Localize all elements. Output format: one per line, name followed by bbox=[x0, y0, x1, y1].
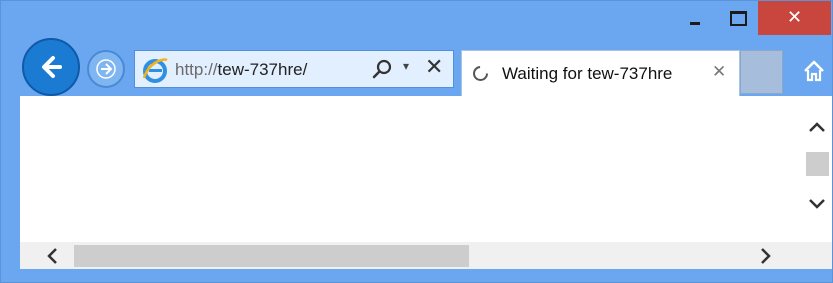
new-tab-button[interactable] bbox=[740, 50, 783, 94]
home-button[interactable] bbox=[797, 56, 831, 86]
home-icon bbox=[804, 60, 824, 82]
vertical-scroll-thumb[interactable] bbox=[806, 152, 829, 176]
browser-window: ✕ http://tew-737hre/ ▾ ✕ Waiting for tew… bbox=[0, 0, 833, 283]
maximize-button[interactable] bbox=[719, 1, 757, 35]
vertical-scrollbar[interactable] bbox=[803, 96, 832, 242]
stop-icon[interactable]: ✕ bbox=[425, 55, 443, 80]
address-bar[interactable]: http://tew-737hre/ ▾ ✕ bbox=[134, 50, 454, 88]
address-host: tew-737hre/ bbox=[217, 60, 308, 79]
title-bar: ✕ bbox=[1, 1, 832, 41]
address-dropdown-icon[interactable]: ▾ bbox=[403, 59, 409, 73]
arrow-left-icon bbox=[42, 56, 62, 78]
horizontal-scroll-thumb[interactable] bbox=[74, 245, 469, 267]
scroll-left-icon[interactable] bbox=[42, 245, 64, 267]
minimize-icon bbox=[690, 21, 700, 25]
horizontal-scrollbar[interactable] bbox=[20, 242, 832, 269]
close-icon: ✕ bbox=[786, 7, 803, 28]
back-button[interactable] bbox=[22, 38, 80, 96]
tab-title: Waiting for tew-737hre bbox=[502, 64, 673, 83]
tab-close-icon[interactable]: ✕ bbox=[712, 62, 726, 82]
forward-button[interactable] bbox=[87, 50, 125, 88]
window-frame-bottom bbox=[1, 269, 832, 282]
search-icon[interactable] bbox=[371, 57, 395, 81]
scroll-up-icon[interactable] bbox=[806, 116, 828, 138]
page-content[interactable] bbox=[20, 96, 803, 242]
minimize-button[interactable] bbox=[677, 1, 713, 35]
scroll-down-icon[interactable] bbox=[806, 193, 828, 215]
address-url[interactable]: http://tew-737hre/ bbox=[175, 60, 307, 80]
arrow-right-icon bbox=[96, 59, 116, 79]
close-window-button[interactable]: ✕ bbox=[758, 1, 831, 35]
scroll-right-icon[interactable] bbox=[754, 245, 776, 267]
address-protocol: http:// bbox=[175, 60, 218, 79]
tab-active[interactable]: Waiting for tew-737hre ✕ bbox=[461, 50, 740, 96]
internet-explorer-icon bbox=[142, 58, 168, 83]
loading-spinner-icon bbox=[473, 66, 488, 81]
maximize-icon bbox=[729, 10, 747, 26]
